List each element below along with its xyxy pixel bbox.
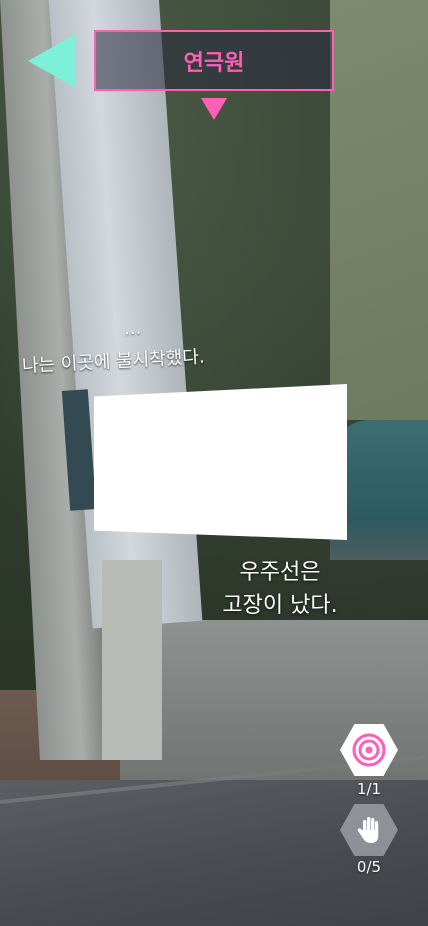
ar-white-panel [94,384,347,540]
hand-icon [357,817,379,843]
title-dropdown-arrow-icon[interactable] [201,98,227,120]
dialogue-line-2a: 우주선은 [239,560,321,585]
pillar-base [102,560,162,760]
location-title[interactable]: 연극원 [94,30,334,91]
target-icon [352,733,386,767]
dialogue-line-2: 우주선은 고장이 났다. [190,556,370,622]
back-arrow-icon[interactable] [28,34,76,88]
hand-counter: 0/5 [356,858,382,876]
target-counter: 1/1 [356,780,382,798]
building-wall [330,0,428,420]
location-title-text: 연극원 [183,50,245,76]
dialogue-ellipsis: ... [123,317,142,340]
dialogue-line-2b: 고장이 났다. [222,593,338,618]
